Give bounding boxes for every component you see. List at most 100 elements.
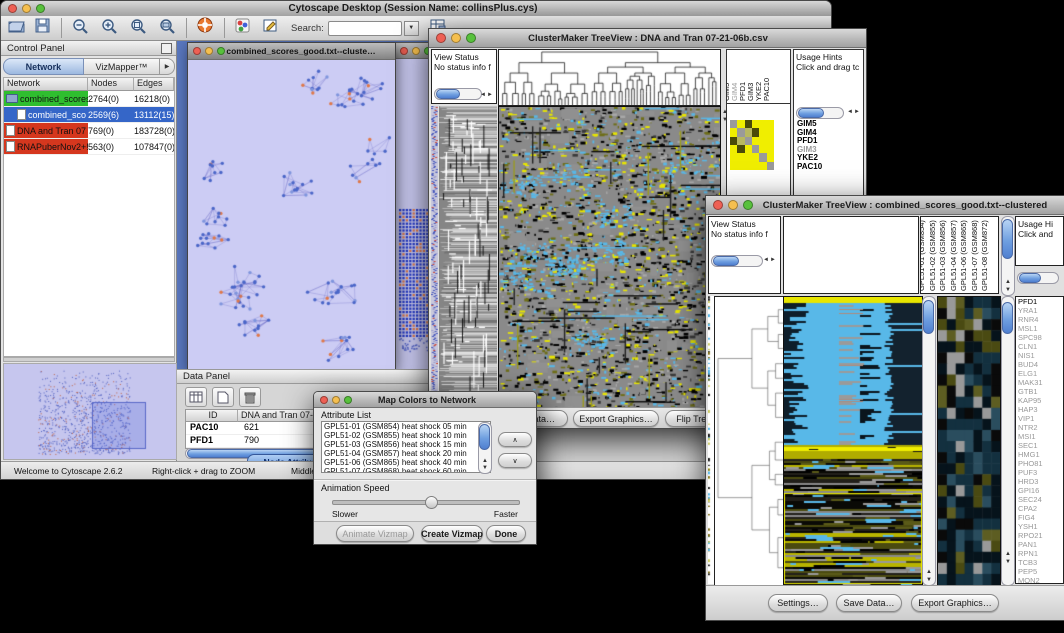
gene-label[interactable]: GPI16 (1018, 486, 1063, 495)
birdseye-view-canvas[interactable] (3, 363, 177, 460)
open-session-icon[interactable] (7, 17, 26, 39)
scroll-down-icon[interactable]: ▼ (1005, 559, 1011, 565)
zoom-button[interactable] (466, 33, 476, 43)
gene-label[interactable]: TCB3 (1018, 558, 1063, 567)
network-view-canvas[interactable] (188, 60, 393, 369)
move-up-button[interactable]: ∧ (498, 432, 532, 447)
gene-label[interactable]: FIG4 (1018, 513, 1063, 522)
scroll-up-icon[interactable]: ▲ (1005, 551, 1011, 557)
gene-label[interactable]: KAP95 (1018, 396, 1063, 405)
search-dropdown-button[interactable]: ▼ (404, 21, 419, 36)
network-table-row[interactable]: combined_sco2569(6)13112(15) (4, 107, 174, 123)
float-panel-icon[interactable] (161, 43, 172, 54)
usage-hints-hscrollbar[interactable] (796, 107, 844, 119)
speed-slider-track[interactable] (332, 500, 520, 505)
gene-label[interactable]: HRD3 (1018, 477, 1063, 486)
close-button[interactable] (400, 47, 408, 55)
gene-label[interactable]: CLN1 (1018, 342, 1063, 351)
scroll-down-icon[interactable]: ▼ (1005, 287, 1011, 293)
gene-label[interactable]: SEC24 (1018, 495, 1063, 504)
annotation-icon[interactable] (262, 17, 279, 39)
gene-label[interactable]: MSL1 (1018, 324, 1063, 333)
heatmap-vscrollbar[interactable]: ▲ ▼ (922, 296, 936, 586)
network-table-row[interactable]: DNA and Tran 07769(0)183728(0) (4, 123, 174, 139)
column-label[interactable]: GPL51-02 (GSM855) (929, 220, 937, 291)
new-attribute-icon[interactable] (212, 387, 234, 407)
gene-label[interactable]: SEC1 (1018, 441, 1063, 450)
gene-label[interactable]: PUF3 (1018, 468, 1063, 477)
network-table-row[interactable]: RNAPuberNov2+!563(0)107847(0) (4, 139, 174, 155)
heatmap-canvas[interactable] (498, 106, 721, 410)
summary-heatmap[interactable] (730, 120, 774, 170)
scroll-up-icon[interactable]: ▲ (926, 569, 932, 575)
gene-label[interactable]: PFD1 (1018, 297, 1063, 306)
close-button[interactable] (8, 4, 17, 13)
gene-label[interactable]: MSI1 (1018, 432, 1063, 441)
gene-label[interactable]: PAN1 (1018, 540, 1063, 549)
move-down-button[interactable]: ∨ (498, 453, 532, 468)
attribute-list-item[interactable]: GPL51-04 (GSM857) heat shock 20 min (324, 449, 490, 458)
gene-list-vscrollbar[interactable]: ▲ ▼ (1001, 296, 1015, 586)
row-dendrogram-canvas[interactable] (714, 296, 785, 586)
gene-list[interactable]: PFD1YRA1RNR4MSL1SPC98CLN1NIS1BUD4ELG1MAK… (1015, 296, 1064, 584)
gene-label[interactable]: PHO81 (1018, 459, 1063, 468)
row-label[interactable]: PAC10 (797, 163, 822, 172)
column-labels-vscrollbar[interactable]: ▲ ▼ (1001, 216, 1015, 296)
zoom-in-icon[interactable] (100, 17, 119, 40)
treeview-combined-titlebar[interactable]: ClusterMaker TreeView : combined_scores_… (706, 196, 1064, 215)
export-graphics-button[interactable]: Export Graphics… (573, 410, 659, 427)
delete-attribute-icon[interactable] (239, 387, 261, 407)
gene-label[interactable]: YRA1 (1018, 306, 1063, 315)
attribute-list-item[interactable]: GPL51-01 (GSM854) heat shock 05 min (324, 422, 490, 431)
column-label[interactable]: PAC10 (763, 78, 771, 101)
network-frame-combined[interactable]: combined_scores_good.txt--cluste… (187, 42, 396, 369)
gene-label[interactable]: ELG1 (1018, 369, 1063, 378)
usage-hints-hscrollbar[interactable] (1017, 272, 1059, 284)
scroll-right-icon[interactable]: ► (770, 257, 776, 263)
zoom-button[interactable] (743, 200, 753, 210)
gene-label[interactable]: HAP3 (1018, 405, 1063, 414)
column-label[interactable]: GPL51-07 (GSM868) (971, 220, 979, 291)
network-table-row[interactable]: combined_scores_2764(0)16218(0) (4, 91, 174, 107)
scroll-left-icon[interactable]: ◄ (847, 109, 853, 115)
vizmapper-icon[interactable] (234, 17, 251, 39)
tab-overflow-button[interactable]: ▶ (160, 58, 175, 75)
save-session-icon[interactable] (34, 17, 51, 39)
minimize-button[interactable] (728, 200, 738, 210)
col-header-id[interactable]: ID (186, 410, 238, 422)
gene-label[interactable]: HMG1 (1018, 450, 1063, 459)
column-dendrogram-area[interactable] (783, 216, 919, 294)
panel-splitter[interactable] (3, 357, 175, 362)
zoom-button[interactable] (36, 4, 45, 13)
gene-label[interactable]: PEP5 (1018, 567, 1063, 576)
gene-label[interactable]: MAK31 (1018, 378, 1063, 387)
scroll-left-icon[interactable]: ◄ (480, 92, 486, 98)
create-vizmap-button[interactable]: Create Vizmap (421, 525, 483, 542)
column-label[interactable]: GPL51-06 (GSM865) (960, 220, 968, 291)
zoom-heatmap-canvas[interactable] (937, 296, 1001, 586)
scroll-down-icon[interactable]: ▼ (722, 117, 728, 123)
scroll-right-icon[interactable]: ► (487, 92, 493, 98)
speed-slider-thumb[interactable] (425, 496, 438, 509)
save-data-button[interactable]: Save Data… (836, 594, 902, 612)
scroll-right-icon[interactable]: ► (854, 109, 860, 115)
scroll-up-icon[interactable]: ▲ (1005, 279, 1011, 285)
close-button[interactable] (193, 47, 201, 55)
column-label[interactable]: GPL51-08 (GSM872) (981, 220, 989, 291)
dialog-titlebar[interactable]: Map Colors to Network (314, 392, 536, 408)
scroll-down-icon[interactable]: ▼ (482, 465, 488, 471)
close-button[interactable] (320, 396, 328, 404)
tab-vizmapper[interactable]: VizMapper™ (84, 58, 160, 75)
col-header-edges[interactable]: Edges (134, 78, 174, 91)
close-button[interactable] (713, 200, 723, 210)
select-attributes-icon[interactable] (185, 387, 207, 407)
column-label[interactable]: GPL51-01 (GSM854) (920, 220, 926, 291)
attribute-list-item[interactable]: GPL51-02 (GSM855) heat shock 10 min (324, 431, 490, 440)
scroll-left-icon[interactable]: ◄ (763, 257, 769, 263)
minimize-button[interactable] (205, 47, 213, 55)
column-label[interactable]: GPL51-03 (GSM856) (939, 220, 947, 291)
gene-label[interactable]: NIS1 (1018, 351, 1063, 360)
global-overview-strip[interactable] (431, 106, 438, 408)
gene-label[interactable]: RPN1 (1018, 549, 1063, 558)
attribute-list[interactable]: GPL51-01 (GSM854) heat shock 05 minGPL51… (321, 421, 491, 473)
